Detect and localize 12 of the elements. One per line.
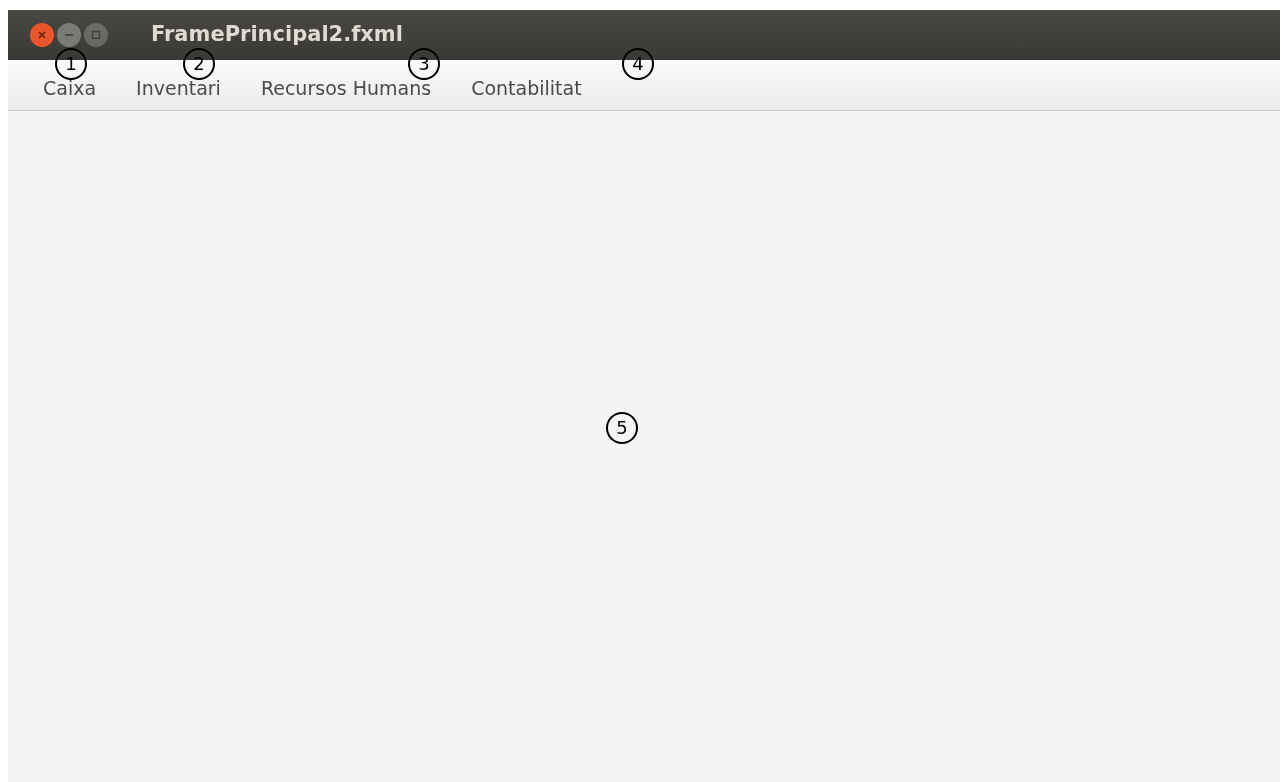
menu-item[interactable]: Contabilitat <box>469 79 584 98</box>
minimize-icon <box>64 33 74 37</box>
menu-item[interactable]: Caixa <box>41 79 99 98</box>
close-button[interactable] <box>30 23 54 47</box>
maximize-button[interactable] <box>84 23 108 47</box>
menu-item[interactable]: Inventari <box>134 79 223 98</box>
callout-marker: 5 <box>606 412 638 444</box>
window-title: FramePrincipal2.fxml <box>151 21 403 49</box>
close-icon <box>37 30 47 40</box>
maximize-icon <box>91 30 101 40</box>
menu-item[interactable]: Recursos Humans <box>258 79 434 98</box>
minimize-button[interactable] <box>57 23 81 47</box>
